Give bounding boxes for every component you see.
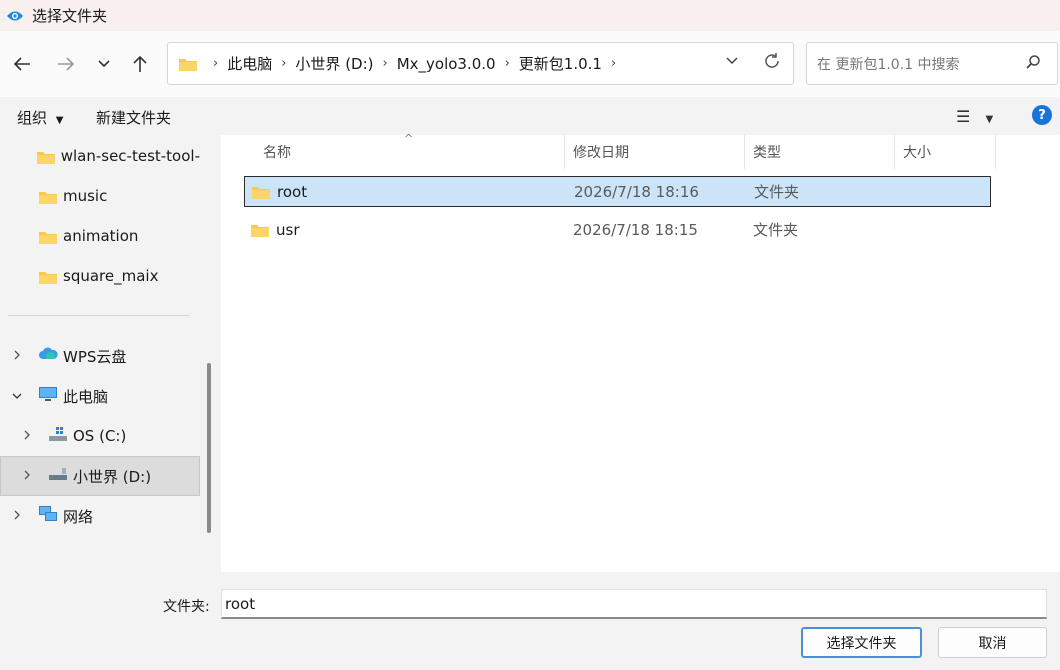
recent-locations-chevron-icon[interactable] [91,51,117,77]
dropdown-caret-icon: ▼ [985,114,994,125]
sidebar-divider [8,315,190,316]
title-bar: 选择文件夹 [0,0,1060,31]
column-header-type[interactable]: 类型 [745,135,895,169]
sidebar-item-animation[interactable]: animation [0,216,200,256]
column-header-label: 类型 [753,145,781,161]
breadcrumb-item[interactable]: Mx_yolo3.0.0 [397,55,496,73]
sidebar-item-label: music [63,187,108,205]
file-modified: 2026/7/18 18:16 [574,182,699,201]
list-view-icon: ☰ [956,107,971,126]
search-input[interactable]: 在 更新包1.0.1 中搜索 [806,42,1058,85]
sidebar-item-this-pc[interactable]: 此电脑 [0,376,200,416]
drive-c-icon [48,426,68,446]
expand-chevron-icon[interactable] [18,429,36,444]
address-bar[interactable]: › 此电脑 › 小世界 (D:) › Mx_yolo3.0.0 › 更新包1.0… [167,42,794,85]
folder-field-label: 文件夹: [163,599,210,615]
network-icon [38,505,58,527]
breadcrumb-separator-icon[interactable]: › [383,56,388,71]
organize-label: 组织 [17,109,48,127]
file-list: ^ 名称 修改日期 类型 大小 root 2026/7/18 18:16 文件夹… [221,132,1060,572]
sidebar-scrollbar[interactable] [207,363,211,533]
column-header-label: 修改日期 [573,145,629,161]
folder-name-input[interactable] [221,589,1047,619]
navigation-bar: › 此电脑 › 小世界 (D:) › Mx_yolo3.0.0 › 更新包1.0… [0,31,1060,97]
breadcrumb-separator-icon[interactable]: › [505,56,510,71]
folder-icon [38,187,58,205]
search-icon[interactable] [1025,54,1041,74]
column-header-label: 名称 [263,145,291,161]
expand-chevron-icon[interactable] [8,349,26,364]
folder-icon [36,147,56,165]
expand-chevron-icon[interactable] [18,469,36,484]
breadcrumb-separator-icon: › [213,56,219,71]
column-header-size[interactable]: 大小 [895,135,996,169]
dialog-footer: 文件夹: 选择文件夹 取消 [0,572,1060,670]
refresh-icon[interactable] [763,51,781,75]
sidebar-item-label: 网络 [63,507,94,526]
sidebar-item-wps-cloud[interactable]: WPS云盘 [0,336,200,376]
sidebar-item-label: 此电脑 [63,387,109,406]
breadcrumb-separator-icon[interactable]: › [281,56,286,71]
drive-d-icon [48,466,68,486]
breadcrumb-item[interactable]: 小世界 (D:) [295,53,373,74]
column-header-label: 大小 [903,145,931,161]
cloud-icon [38,346,58,366]
file-name: usr [276,220,300,239]
folder-icon [38,227,58,245]
column-header-name[interactable]: 名称 [255,135,565,169]
sidebar-item-label: animation [63,227,139,245]
app-eye-icon [6,7,24,25]
address-history-chevron-icon[interactable] [725,54,739,70]
file-row-usr[interactable]: usr 2026/7/18 18:15 文件夹 [244,214,991,245]
collapse-chevron-icon[interactable] [8,389,26,403]
view-options-button[interactable]: ☰ ▼ [956,107,993,126]
folder-icon [251,183,271,201]
sidebar-item-label: WPS云盘 [63,347,127,366]
select-folder-button[interactable]: 选择文件夹 [801,627,922,658]
up-arrow-icon[interactable] [127,51,153,77]
search-placeholder: 在 更新包1.0.1 中搜索 [817,56,960,73]
sidebar-item-drive-c[interactable]: OS (C:) [0,416,200,456]
file-modified: 2026/7/18 18:15 [573,220,698,239]
file-row-root[interactable]: root 2026/7/18 18:16 文件夹 [244,176,991,207]
forward-arrow-icon[interactable] [53,51,79,77]
sidebar-item-label: OS (C:) [73,427,127,445]
sidebar-item-drive-d[interactable]: 小世界 (D:) [0,456,200,496]
folder-icon [250,221,270,239]
dropdown-caret-icon: ▼ [55,115,64,126]
sidebar-item-label: 小世界 (D:) [73,467,152,486]
computer-icon [38,385,58,407]
back-arrow-icon[interactable] [9,51,35,77]
sidebar-item-label: wlan-sec-test-tool- [60,147,200,165]
sidebar-item-label: square_maix [63,267,159,285]
sidebar-item-music[interactable]: music [0,176,200,216]
sidebar-item-square-maix[interactable]: square_maix [0,256,200,296]
folder-icon [178,55,198,73]
breadcrumb-item[interactable]: 更新包1.0.1 [519,53,602,74]
breadcrumb-item[interactable]: 此电脑 [227,53,272,74]
expand-chevron-icon[interactable] [8,509,26,524]
folder-icon [38,267,58,285]
sidebar-item-wlan-sec-test-tool[interactable]: wlan-sec-test-tool- [0,136,200,176]
sidebar-item-network[interactable]: 网络 [0,496,200,536]
navigation-pane: wlan-sec-test-tool- music animation squa… [0,135,213,572]
cancel-button[interactable]: 取消 [938,627,1047,658]
help-icon[interactable]: ? [1032,105,1052,125]
window-title: 选择文件夹 [32,7,108,25]
breadcrumb-separator-icon[interactable]: › [611,56,616,71]
file-type: 文件夹 [754,183,800,201]
command-bar: 组织 ▼ 新建文件夹 ☰ ▼ ? [0,97,1060,135]
file-name: root [277,182,308,201]
file-type: 文件夹 [753,221,799,239]
organize-menu-button[interactable]: 组织 ▼ [17,107,64,128]
column-header-modified[interactable]: 修改日期 [565,135,745,169]
new-folder-button[interactable]: 新建文件夹 [96,107,171,128]
